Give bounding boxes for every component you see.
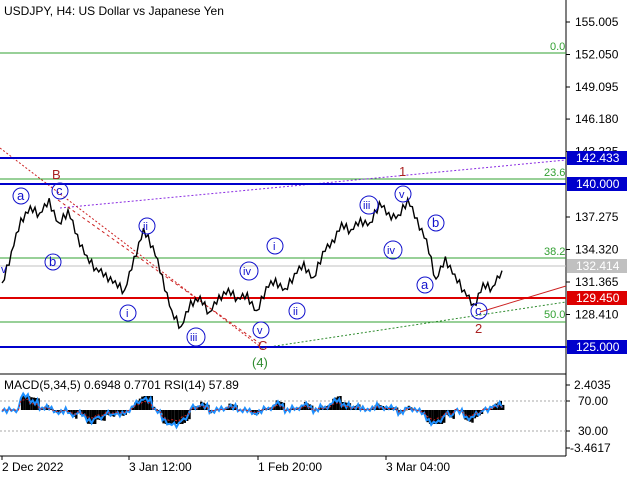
tag-140: 140.000 [576,177,620,191]
ind-tick-2: 30.00 [578,424,608,438]
fib-label-38-2: 38.2 [544,246,565,258]
macd-bar [167,410,170,424]
y-tick-2: 149.095 [575,80,619,94]
ind-tick-1: 70.00 [578,394,608,408]
wave-label-v1: v [257,325,263,337]
wave-label-c1: c [56,183,63,198]
wave-label-B: B [52,167,61,182]
wave-label-ii2: ii [293,306,298,318]
x-tick-3: 3 Mar 04:00 [386,460,450,474]
y-tick-0: 155.005 [575,15,619,29]
x-tick-0: 2 Dec 2022 [2,460,64,474]
tag-125: 125.000 [576,340,620,354]
ind-tick-3: -3.4617 [570,441,611,455]
y-tick-6: 134.320 [575,243,619,257]
wave-label-iii1: iii [190,332,197,344]
wave-label-iii2: iii [363,200,370,212]
y-tick-5: 137.275 [575,210,619,224]
wave-label-c2: c [475,303,482,318]
wave-label-v2: v [399,189,405,201]
wave-label-b2: b [432,215,439,230]
indicator-title: MACD(5,34,5) 0.6948 0.7701 RSI(14) 57.89 [4,378,239,392]
wave-label-v-edge: v [1,264,7,276]
fib-label-0: 0.0 [550,41,565,53]
y-tick-3: 146.180 [575,112,619,126]
wave-label-iv1: iv [243,266,251,278]
wave-label-1: 1 [399,164,406,179]
x-tick-2: 1 Feb 20:00 [258,460,322,474]
wave-label-i1: i [126,308,128,320]
wave-label-a2: a [421,277,429,292]
tag-current: 132.414 [576,259,620,273]
wave-label-4: (4) [252,355,268,370]
fib-label-50: 50.0 [544,309,565,321]
time-axis: 2 Dec 2022 3 Jan 12:00 1 Feb 20:00 3 Mar… [1,456,450,474]
y-tick-1: 152.050 [575,48,619,62]
ind-tick-0: 2.4035 [574,378,611,392]
macd-bar [169,410,172,424]
chart-header: USDJPY, H4: US Dollar vs Japanese Yen [4,4,224,18]
macd-bar [176,410,179,424]
wave-label-i2: i [273,241,275,253]
wave-label-2: 2 [475,321,482,336]
fib-label-23-6: 23.6 [544,167,565,179]
wave-label-C: C [258,338,267,353]
wave-label-iv2: iv [387,245,395,257]
indicator-axis: 2.4035 70.00 30.00 -3.4617 [566,378,611,455]
price-chart: USDJPY, H4: US Dollar vs Japanese Yen 0.… [0,0,627,474]
y-tick-8: 128.410 [575,308,619,322]
tag-142-433: 142.433 [576,151,620,165]
wave-label-a1: a [17,188,25,203]
tag-129-45: 129.450 [576,291,620,305]
y-tick-7: 131.365 [575,275,619,289]
wave-label-ii1: ii [143,221,148,233]
x-tick-1: 3 Jan 12:00 [129,460,192,474]
wave-label-b1: b [49,254,56,269]
